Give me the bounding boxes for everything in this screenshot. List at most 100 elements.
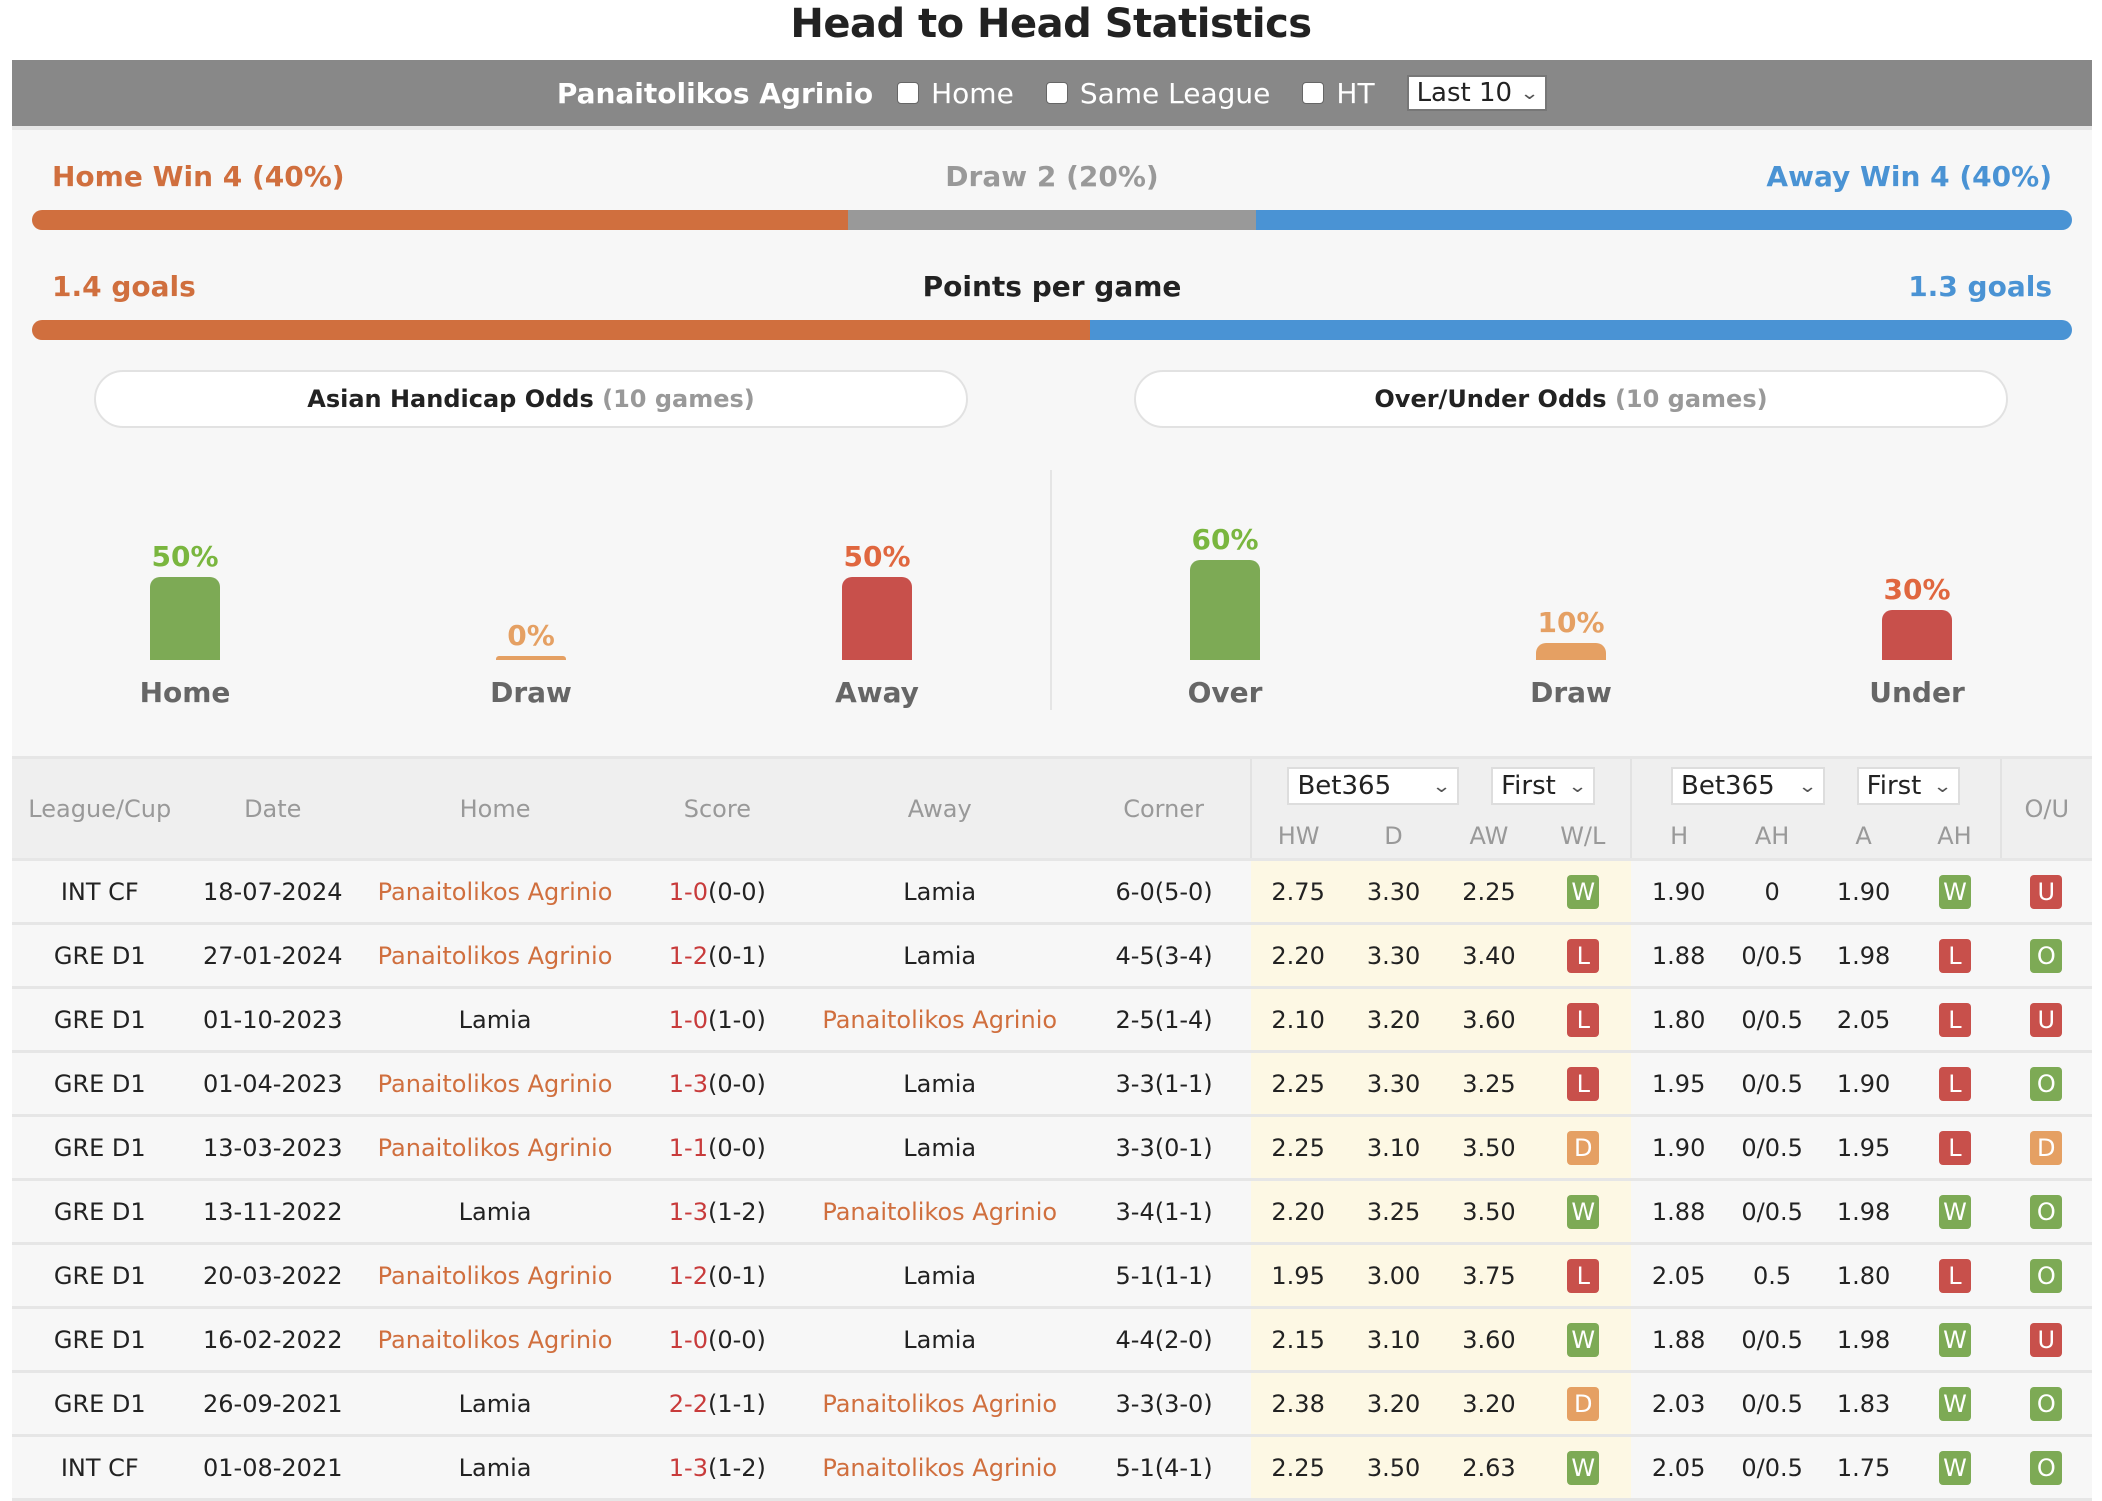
home-team-cell[interactable]: Lamia: [358, 1436, 632, 1500]
handicap-home-odds-cell: 1.90: [1651, 1133, 1706, 1162]
odds-type-select-1x2[interactable]: First ⌄: [1491, 767, 1595, 806]
away-team-cell[interactable]: Panaitolikos Agrinio: [803, 988, 1077, 1052]
score-cell: 1-1(0-0): [632, 1116, 803, 1180]
home-team-cell[interactable]: Panaitolikos Agrinio: [358, 924, 632, 988]
wl-result-badge: W: [1567, 1194, 1600, 1229]
ou-result-cell: D: [2001, 1116, 2092, 1180]
date-cell: 01-10-2023: [203, 1005, 343, 1034]
league-cell: INT CF: [60, 877, 139, 906]
home-win-segment: [32, 210, 848, 230]
over-under-games: (10 games): [1614, 385, 1768, 413]
half-time-score: (0-1): [707, 941, 766, 970]
home-win-odds-cell: 2.38: [1251, 1371, 1345, 1436]
handicap-away-odds-cell: 1.80: [1836, 1261, 1891, 1290]
wl-result-cell: W: [1535, 859, 1631, 924]
odds-bar-value: 50%: [843, 539, 911, 573]
chevron-down-icon: ⌄: [1797, 775, 1818, 797]
ou-result-cell: U: [2001, 988, 2092, 1052]
bookmaker-select-1x2[interactable]: Bet365 ⌄: [1287, 767, 1460, 806]
handicap-away-odds-cell: 1.95: [1836, 1133, 1891, 1162]
bookmaker-select-handicap[interactable]: Bet365 ⌄: [1671, 767, 1826, 806]
same-league-checkbox[interactable]: Same League: [1045, 77, 1270, 110]
full-time-score[interactable]: 2-2: [669, 1390, 708, 1418]
over-under-tab[interactable]: Over/Under Odds (10 games): [1134, 370, 2008, 428]
odds-type-select-handicap[interactable]: First ⌄: [1856, 767, 1961, 806]
full-time-score[interactable]: 1-3: [669, 1198, 708, 1226]
ah-result-badge: L: [1938, 1002, 1971, 1037]
table-row[interactable]: INT CF 01-08-2021 Lamia 1-3(1-2) Panaitoliko…: [12, 1435, 2092, 1500]
checkbox-icon[interactable]: [1302, 82, 1325, 104]
full-time-score[interactable]: 1-0: [669, 878, 708, 906]
away-win-odds-cell: 3.25: [1442, 1051, 1536, 1116]
home-team-cell[interactable]: Panaitolikos Agrinio: [358, 1052, 632, 1116]
handicap-home-odds-cell: 2.05: [1651, 1261, 1706, 1290]
away-team-cell[interactable]: Lamia: [803, 1244, 1077, 1308]
home-team-cell[interactable]: Panaitolikos Agrinio: [358, 1244, 632, 1308]
corner-cell: 3-3(3-0): [1115, 1389, 1213, 1418]
table-row[interactable]: INT CF 18-07-2024 Panaitolikos Agrinio 1-0(…: [12, 859, 2092, 924]
full-time-score[interactable]: 1-1: [669, 1134, 708, 1162]
draw-odds-cell: 3.10: [1344, 1115, 1443, 1180]
table-row[interactable]: GRE D1 26-09-2021 Lamia 2-2(1-1) Panaitoliko…: [12, 1371, 2092, 1436]
col-ou: O/U: [1999, 757, 2092, 860]
odds-bar-under: 30% Under: [1837, 573, 1997, 710]
away-win-label: Away Win 4 (40%): [1766, 160, 2052, 193]
ah-result-badge: W: [1938, 1194, 1971, 1229]
home-team-cell[interactable]: Lamia: [358, 1372, 632, 1436]
col-home: Home: [357, 757, 633, 860]
table-row[interactable]: GRE D1 27-01-2024 Panaitolikos Agrinio 1-2(…: [12, 923, 2092, 988]
home-team-cell[interactable]: Lamia: [358, 988, 632, 1052]
away-team-cell[interactable]: Lamia: [803, 860, 1077, 924]
score-cell: 1-2(0-1): [632, 924, 803, 988]
table-row[interactable]: GRE D1 16-02-2022 Panaitolikos Agrinio 1-0(…: [12, 1307, 2092, 1372]
asian-handicap-tab[interactable]: Asian Handicap Odds (10 games): [94, 370, 968, 428]
table-row[interactable]: GRE D1 20-03-2022 Panaitolikos Agrinio 1-2(…: [12, 1243, 2092, 1308]
away-team-cell[interactable]: Lamia: [803, 924, 1077, 988]
col-h: H: [1629, 813, 1727, 860]
odds-type-select-value: First: [1866, 771, 1922, 802]
table-row[interactable]: GRE D1 13-11-2022 Lamia 1-3(1-2) Panaitoliko…: [12, 1179, 2092, 1244]
ou-result-badge: O: [2030, 1258, 2063, 1293]
away-team-cell[interactable]: Panaitolikos Agrinio: [803, 1180, 1077, 1244]
checkbox-icon[interactable]: [897, 82, 920, 104]
score-cell: 1-0(0-0): [632, 1308, 803, 1372]
corner-cell: 4-4(2-0): [1115, 1325, 1213, 1354]
away-goals-segment: [1089, 320, 2072, 340]
wl-result-badge: D: [1567, 1130, 1600, 1165]
table-row[interactable]: GRE D1 13-03-2023 Panaitolikos Agrinio 1-1(…: [12, 1115, 2092, 1180]
match-count-select[interactable]: Last 10 ⌄: [1406, 75, 1548, 111]
home-team-cell[interactable]: Lamia: [358, 1180, 632, 1244]
home-team-cell[interactable]: Panaitolikos Agrinio: [358, 1116, 632, 1180]
full-time-score[interactable]: 1-2: [669, 1262, 708, 1290]
ht-checkbox[interactable]: HT: [1302, 77, 1375, 110]
full-time-score[interactable]: 1-3: [669, 1454, 708, 1482]
home-win-odds-cell: 2.10: [1251, 987, 1345, 1052]
full-time-score[interactable]: 1-3: [669, 1070, 708, 1098]
checkbox-icon[interactable]: [1045, 82, 1068, 104]
wl-result-cell: L: [1535, 923, 1631, 988]
handicap-line-cell: 0: [1764, 877, 1780, 906]
away-team-cell[interactable]: Lamia: [803, 1308, 1077, 1372]
home-win-odds-cell: 2.20: [1251, 923, 1345, 988]
away-team-cell[interactable]: Lamia: [803, 1052, 1077, 1116]
full-time-score[interactable]: 1-0: [669, 1006, 708, 1034]
home-team-cell[interactable]: Panaitolikos Agrinio: [358, 1308, 632, 1372]
table-row[interactable]: GRE D1 01-10-2023 Lamia 1-0(1-0) Panaitoliko…: [12, 987, 2092, 1052]
table-row[interactable]: GRE D1 01-04-2023 Panaitolikos Agrinio 1-3(…: [12, 1051, 2092, 1116]
draw-odds-cell: 3.10: [1344, 1307, 1443, 1372]
away-team-cell[interactable]: Panaitolikos Agrinio: [803, 1436, 1077, 1500]
away-team-cell[interactable]: Lamia: [803, 1116, 1077, 1180]
odds-bar-label: Away: [835, 676, 919, 709]
col-wl: W/L: [1535, 813, 1631, 860]
handicap-line-cell: 0/0.5: [1741, 1389, 1803, 1418]
away-team-cell[interactable]: Panaitolikos Agrinio: [803, 1372, 1077, 1436]
home-checkbox[interactable]: Home: [897, 77, 1014, 110]
odds-bar-value: 0%: [507, 619, 555, 652]
score-cell: 1-3(0-0): [632, 1052, 803, 1116]
full-time-score[interactable]: 1-0: [669, 1326, 708, 1354]
corner-cell: 4-5(3-4): [1115, 941, 1213, 970]
ou-result-cell: U: [2001, 1308, 2092, 1372]
full-time-score[interactable]: 1-2: [669, 942, 708, 970]
over-under-chart: 60% Over 10% Draw 30% Under: [1052, 470, 2092, 710]
home-team-cell[interactable]: Panaitolikos Agrinio: [358, 860, 632, 924]
